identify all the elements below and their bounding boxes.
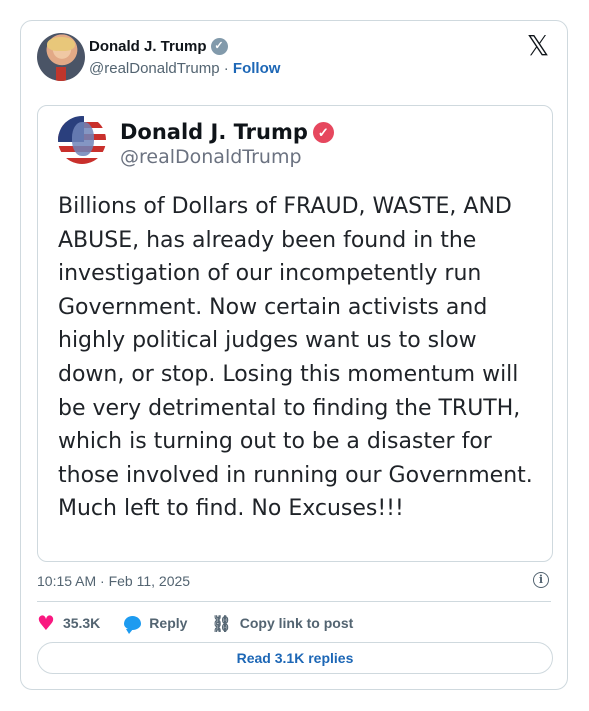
author-name-row: Donald J. Trump ✓	[89, 38, 228, 55]
link-icon: ⛓	[211, 613, 232, 633]
author-handle-row: @realDonaldTrump · Follow	[89, 60, 280, 77]
copy-link-label: Copy link to post	[239, 615, 354, 631]
verified-check-icon: ✓	[210, 38, 228, 55]
post-text: Billions of Dollars of FRAUD, WASTE, AND…	[58, 194, 533, 522]
inner-author-name: Donald J. Trump	[120, 120, 308, 144]
author-name[interactable]: Donald J. Trump	[89, 38, 207, 55]
separator-dot: ·	[223, 60, 229, 77]
divider	[37, 601, 551, 602]
heart-icon: ♥	[37, 611, 55, 635]
like-button[interactable]: ♥ 35.3K	[37, 613, 100, 633]
truth-social-post-image[interactable]: Donald J. Trump ✓ @realDonaldTrump Billi…	[37, 105, 553, 562]
x-logo-icon[interactable]: 𝕏	[525, 32, 551, 60]
inner-avatar	[58, 116, 106, 164]
reply-label: Reply	[149, 615, 188, 631]
reply-button[interactable]: Reply	[124, 615, 188, 634]
inner-name-row: Donald J. Trump ✓	[120, 120, 334, 144]
like-count: 35.3K	[62, 615, 101, 631]
info-icon[interactable]: i	[533, 572, 549, 588]
embedded-tweet-card: Donald J. Trump ✓ @realDonaldTrump · Fol…	[20, 20, 568, 690]
avatar[interactable]	[37, 33, 85, 81]
post-timestamp[interactable]: 10:15 AM · Feb 11, 2025	[37, 573, 190, 589]
inner-author-handle: @realDonaldTrump	[120, 146, 302, 168]
reply-bubble-icon	[124, 616, 142, 634]
author-handle[interactable]: @realDonaldTrump	[89, 60, 220, 77]
copy-link-button[interactable]: ⛓ Copy link to post	[211, 614, 353, 633]
verified-check-icon: ✓	[312, 121, 334, 143]
action-bar: ♥ 35.3K Reply ⛓ Copy link to post	[37, 613, 377, 634]
follow-link[interactable]: Follow	[233, 60, 281, 77]
read-replies-button[interactable]: Read 3.1K replies	[37, 642, 553, 674]
